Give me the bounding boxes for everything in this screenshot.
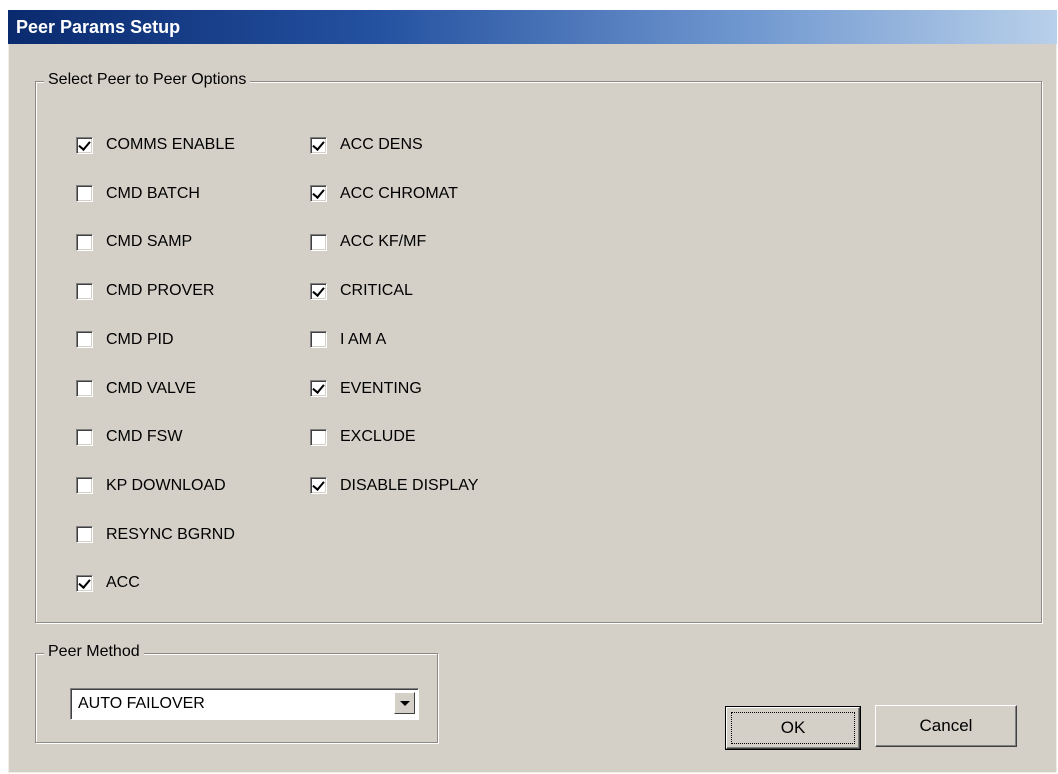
checkbox-option-comms-enable[interactable]: COMMS ENABLE (76, 133, 235, 157)
checkbox-option-i-am-a[interactable]: I AM A (310, 328, 386, 352)
checkbox-label: EVENTING (340, 379, 422, 397)
checkbox-label: CRITICAL (340, 282, 413, 300)
checkbox-label: DISABLE DISPLAY (340, 476, 479, 494)
checkbox-label: CMD FSW (106, 428, 183, 446)
checkbox-option-eventing[interactable]: EVENTING (310, 377, 422, 401)
checkbox[interactable] (76, 428, 93, 446)
checkbox-label: EXCLUDE (340, 428, 416, 446)
checkbox-option-cmd-batch[interactable]: CMD BATCH (76, 182, 200, 206)
checkbox-label: CMD VALVE (106, 379, 197, 397)
checkbox-option-cmd-valve[interactable]: CMD VALVE (76, 377, 196, 401)
checkbox-option-kp-download[interactable]: KP DOWNLOAD (76, 474, 226, 498)
checkbox-option-acc[interactable]: ACC (76, 571, 140, 595)
checkbox[interactable] (310, 233, 327, 251)
checkbox[interactable] (310, 282, 327, 300)
checkbox-option-cmd-prover[interactable]: CMD PROVER (76, 279, 214, 303)
checkbox[interactable] (76, 233, 93, 251)
checkbox-label: ACC KF/MF (340, 233, 427, 251)
peer-method-value: AUTO FAILOVER (78, 695, 205, 712)
checkbox[interactable] (76, 331, 93, 349)
checkbox-option-cmd-pid[interactable]: CMD PID (76, 328, 174, 352)
checkbox-label: ACC DENS (340, 136, 423, 153)
checkbox[interactable] (310, 380, 327, 397)
peer-method-group-label: Peer Method (44, 643, 144, 661)
checkbox[interactable] (76, 136, 93, 154)
checkbox-label: CMD PID (106, 330, 174, 348)
checkbox-label: I AM A (340, 330, 387, 348)
checkbox[interactable] (310, 331, 327, 349)
checkbox-label: ACC (106, 574, 140, 592)
checkbox-label: CMD PROVER (106, 282, 215, 300)
checkbox[interactable] (310, 477, 327, 495)
checkbox[interactable] (76, 282, 93, 300)
checkbox[interactable] (76, 526, 93, 544)
window-title: Peer Params Setup (16, 17, 181, 37)
checkbox-option-cmd-samp[interactable]: CMD SAMP (76, 230, 192, 254)
checkbox[interactable] (76, 380, 93, 397)
checkbox-option-acc-dens[interactable]: ACC DENS (310, 133, 423, 157)
peer-method-select[interactable]: AUTO FAILOVER (70, 688, 419, 720)
cancel-button[interactable]: Cancel (875, 705, 1017, 747)
checkbox-option-critical[interactable]: CRITICAL (310, 279, 413, 303)
checkbox-option-exclude[interactable]: EXCLUDE (310, 425, 416, 449)
checkbox-label: KP DOWNLOAD (106, 476, 226, 494)
title-bar[interactable]: Peer Params Setup (8, 10, 1057, 44)
checkbox[interactable] (310, 136, 327, 154)
checkbox-label: COMMS ENABLE (106, 136, 235, 153)
checkbox-label: CMD SAMP (106, 233, 193, 251)
checkbox-option-cmd-fsw[interactable]: CMD FSW (76, 425, 182, 449)
focus-rect (731, 712, 855, 744)
ok-button[interactable]: OK (725, 706, 861, 750)
checkbox[interactable] (310, 185, 327, 203)
checkbox-label: CMD BATCH (106, 184, 200, 202)
checkbox[interactable] (310, 428, 327, 446)
checkbox[interactable] (76, 477, 93, 495)
checkbox-option-resync-bgrnd[interactable]: RESYNC BGRND (76, 523, 235, 547)
checkbox-option-disable-display[interactable]: DISABLE DISPLAY (310, 474, 478, 498)
checkbox-option-acc-chromat[interactable]: ACC CHROMAT (310, 182, 458, 206)
checkbox-option-acc-kf-mf[interactable]: ACC KF/MF (310, 230, 426, 254)
checkbox-label: ACC CHROMAT (340, 184, 458, 202)
cancel-button-label: Cancel (919, 716, 973, 735)
checkbox-label: RESYNC BGRND (106, 525, 235, 543)
checkbox[interactable] (76, 574, 93, 592)
chevron-down-icon[interactable] (394, 692, 415, 714)
checkbox[interactable] (76, 185, 93, 203)
peer-options-group-label: Select Peer to Peer Options (44, 71, 251, 89)
